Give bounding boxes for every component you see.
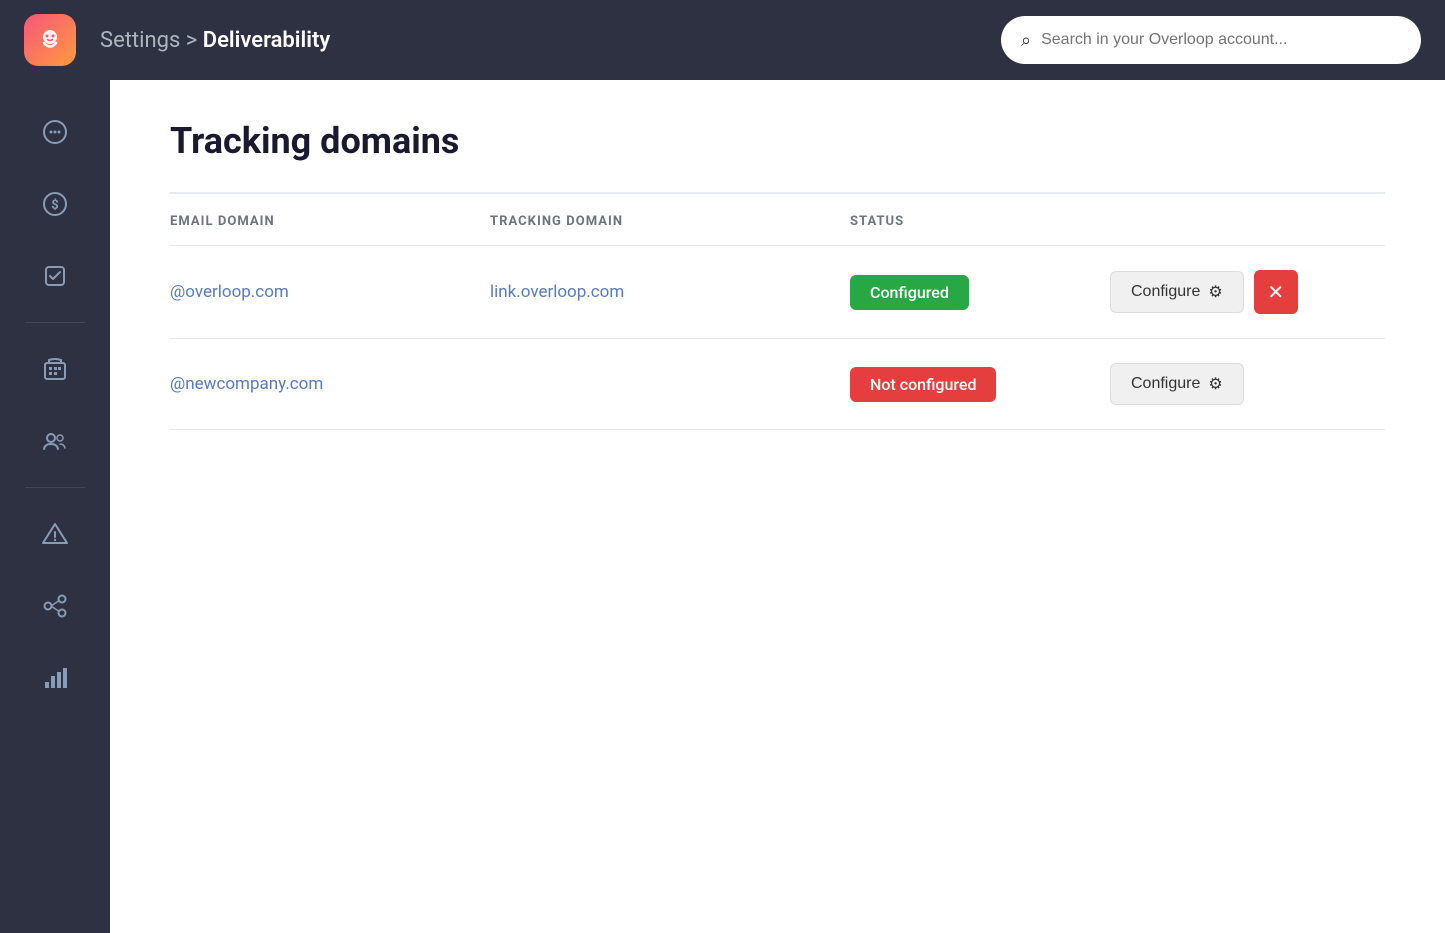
sidebar-divider-1: [25, 322, 85, 323]
col-actions: [1110, 214, 1385, 229]
layout: $: [0, 80, 1445, 933]
sidebar-item-tasks[interactable]: [23, 244, 87, 308]
sidebar-item-integrations[interactable]: [23, 574, 87, 638]
search-icon: ⌕: [1021, 30, 1031, 51]
sidebar-item-conversations[interactable]: [23, 100, 87, 164]
sidebar-item-company[interactable]: [23, 337, 87, 401]
sidebar-item-alerts[interactable]: [23, 502, 87, 566]
app-logo: [24, 14, 76, 66]
sidebar: $: [0, 80, 110, 933]
sidebar-item-analytics[interactable]: [23, 646, 87, 710]
table-row: @overloop.com link.overloop.com Configur…: [170, 246, 1385, 339]
col-tracking-domain: TRACKING DOMAIN: [490, 214, 850, 229]
configure-button-1[interactable]: Configure ⚙: [1110, 271, 1244, 313]
email-domain-2: @newcompany.com: [170, 374, 490, 394]
actions-cell-2: Configure ⚙: [1110, 363, 1385, 405]
email-domain-1: @overloop.com: [170, 282, 490, 302]
search-bar[interactable]: ⌕: [1001, 16, 1421, 64]
status-badge-configured: Configured: [850, 275, 969, 310]
tracking-domain-1: link.overloop.com: [490, 282, 850, 302]
search-input[interactable]: [1041, 31, 1401, 49]
close-icon: ✕: [1267, 280, 1284, 305]
gear-icon: ⚙: [1208, 282, 1222, 302]
configure-label-2: Configure: [1131, 375, 1200, 393]
col-email-domain: EMAIL DOMAIN: [170, 214, 490, 229]
gear-icon: ⚙: [1208, 374, 1222, 394]
configure-label-1: Configure: [1131, 283, 1200, 301]
actions-cell-1: Configure ⚙ ✕: [1110, 270, 1385, 314]
delete-button-1[interactable]: ✕: [1254, 270, 1298, 314]
sidebar-divider-2: [25, 487, 85, 488]
topbar: Settings > Deliverability ⌕: [0, 0, 1445, 80]
status-cell-2: Not configured: [850, 367, 1110, 402]
configure-button-2[interactable]: Configure ⚙: [1110, 363, 1244, 405]
status-badge-not-configured: Not configured: [850, 367, 996, 402]
table-header: EMAIL DOMAIN TRACKING DOMAIN STATUS: [170, 194, 1385, 246]
svg-text:$: $: [51, 198, 58, 213]
status-cell-1: Configured: [850, 275, 1110, 310]
table-row: @newcompany.com Not configured Configure…: [170, 339, 1385, 430]
col-status: STATUS: [850, 214, 1110, 229]
main-content: Tracking domains EMAIL DOMAIN TRACKING D…: [110, 80, 1445, 933]
tracking-domains-table: EMAIL DOMAIN TRACKING DOMAIN STATUS @ove…: [170, 192, 1385, 430]
sidebar-item-contacts[interactable]: [23, 409, 87, 473]
page-title: Tracking domains: [170, 120, 1385, 162]
breadcrumb: Settings > Deliverability: [100, 28, 1001, 53]
sidebar-item-revenue[interactable]: $: [23, 172, 87, 236]
